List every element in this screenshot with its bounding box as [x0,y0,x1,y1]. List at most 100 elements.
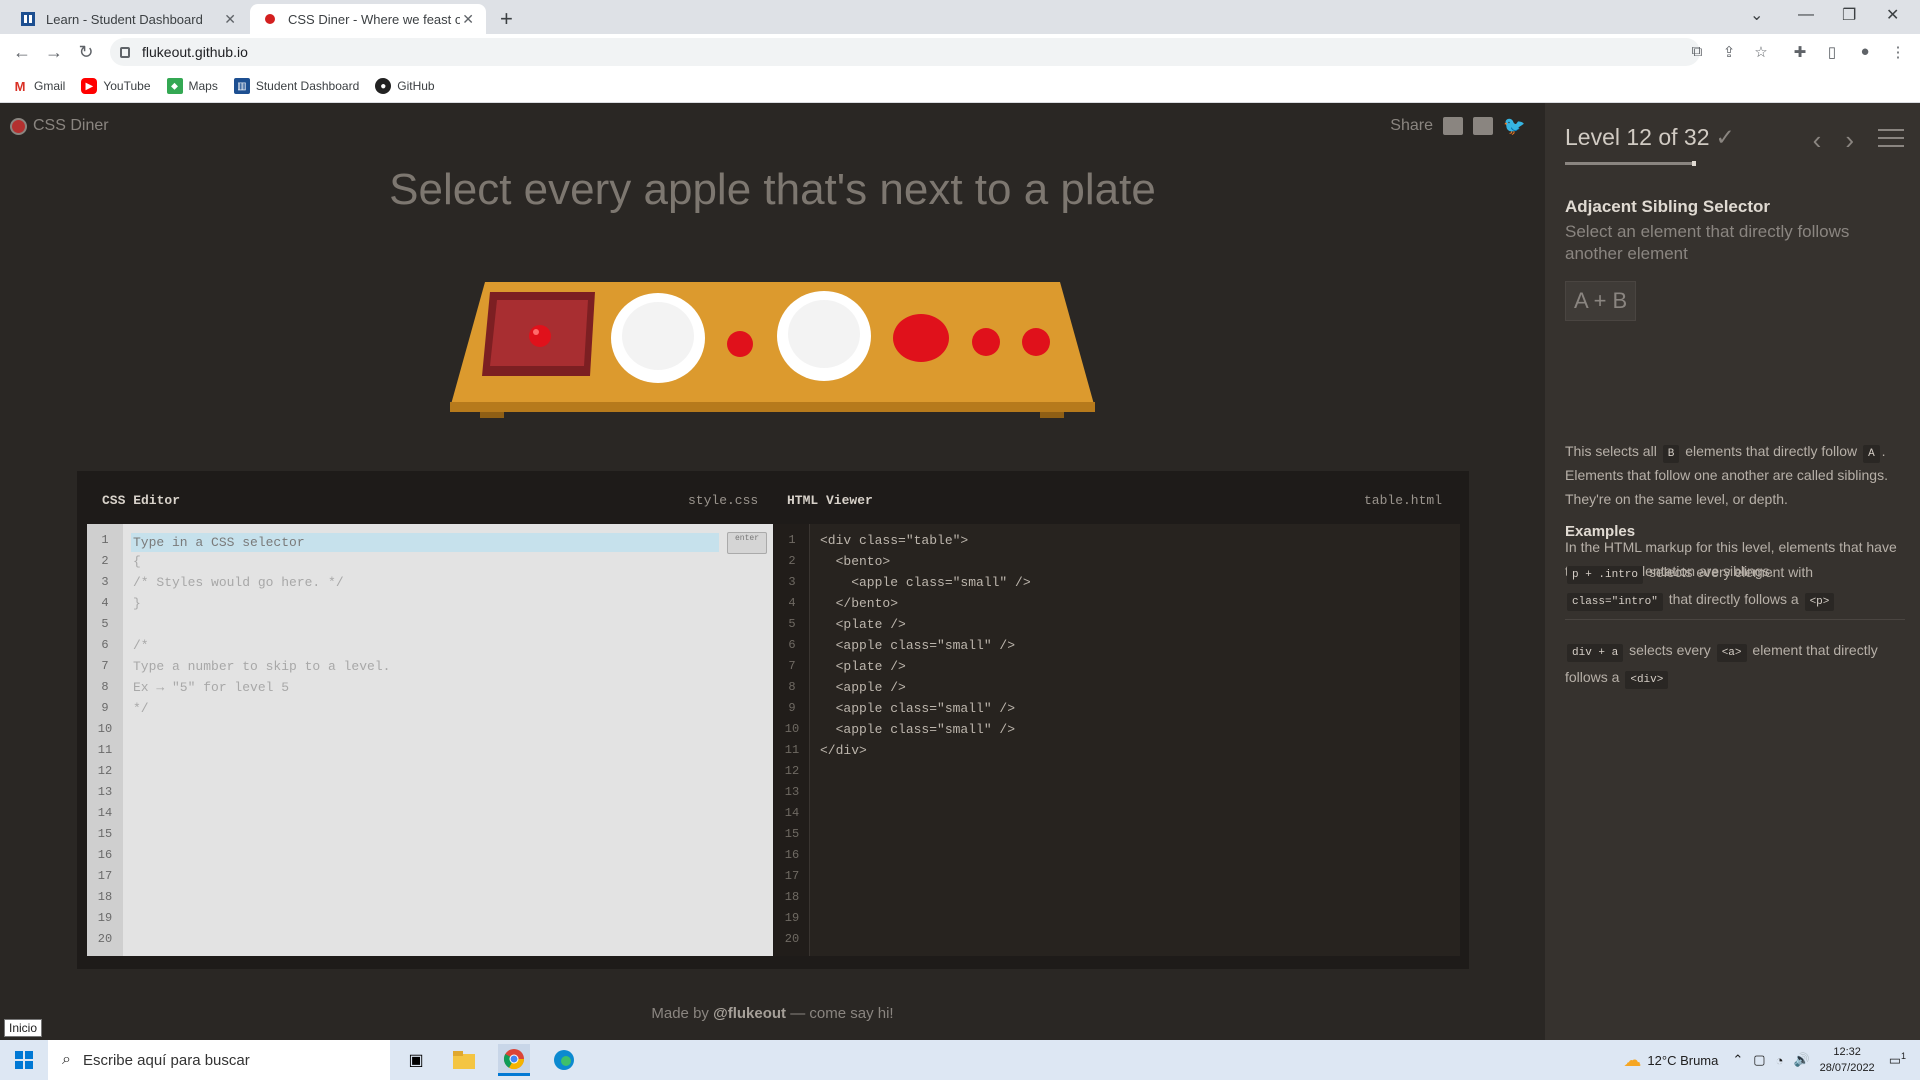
selector-title: Select an element that directly follows … [1565,222,1850,263]
line-number: 10 [784,722,800,736]
reload-icon[interactable]: ↻ [74,42,98,63]
side-panel-icon[interactable]: ▯ [1822,43,1842,61]
code-line: <apple /> [820,680,906,695]
previous-level-icon[interactable]: ‹ [1813,125,1822,156]
line-number: 20 [97,932,113,946]
plate-inner [788,300,860,368]
twitter-icon[interactable]: 🐦 [1503,117,1525,135]
close-icon[interactable]: ✕ [462,11,474,28]
back-arrow-icon[interactable]: ← [10,42,34,63]
apple[interactable] [893,314,949,362]
restore-button[interactable]: ❐ [1842,0,1856,30]
code-line: <bento> [820,554,891,569]
chrome-icon[interactable] [498,1044,530,1076]
profile-avatar-icon[interactable]: ● [1855,43,1875,61]
apple-small[interactable] [1022,328,1050,356]
code-line: } [133,596,141,611]
apple-small[interactable] [727,331,753,357]
bookmark-maps[interactable]: ⬥ Maps [166,78,218,94]
level-menu-icon[interactable] [1878,125,1904,156]
level-sidebar: Level 12 of 32 ✓ ‹ › Adjacent Sibling Sel… [1545,103,1920,1040]
line-number: 7 [788,659,796,673]
translate-icon[interactable]: ⧉ [1687,43,1707,61]
share-page-icon[interactable]: ⇪ [1719,43,1739,61]
line-number: 12 [784,764,800,778]
start-tooltip: Inicio [4,1019,43,1037]
line-number: 16 [784,848,800,862]
taskbar-search[interactable]: ⌕ Escribe aquí para buscar [48,1040,390,1080]
bookmark-gmail[interactable]: M Gmail [12,78,65,94]
extensions-puzzle-icon[interactable]: ✚ [1790,43,1810,61]
apple-small[interactable] [972,328,1000,356]
weather-icon[interactable]: ☁ [1623,1050,1641,1071]
editors-panel: CSS Editor style.css HTML Viewer table.h… [77,471,1469,969]
line-number: 15 [97,827,113,841]
tab-css-diner[interactable]: CSS Diner - Where we feast on CSS ✕ [250,4,486,34]
tab-student-dashboard[interactable]: Learn - Student Dashboard ✕ [8,4,248,34]
tray-device-icon[interactable]: ▢ [1753,1052,1765,1068]
url-field[interactable]: flukeout.github.io [110,38,1700,66]
author-link[interactable]: @flukeout [713,1005,786,1022]
line-number: 3 [788,575,796,589]
kebab-menu-icon[interactable]: ⋮ [1888,43,1908,61]
code-line: <plate /> [820,659,906,674]
bookmark-youtube[interactable]: ▶ YouTube [81,78,151,94]
chevron-up-icon[interactable]: ⌃ [1732,1052,1743,1068]
css-diner-favicon-icon [262,11,278,27]
line-number: 6 [101,638,109,652]
bookmark-star-icon[interactable]: ☆ [1751,43,1771,61]
next-level-icon[interactable]: › [1845,125,1854,156]
line-number: 17 [784,869,800,883]
forward-arrow-icon[interactable]: → [42,42,66,63]
line-number: 1 [101,533,109,547]
logo-icon [10,117,27,135]
selector-syntax: A + B [1565,281,1637,321]
windows-start-icon[interactable] [0,1040,48,1080]
file-explorer-icon[interactable] [448,1044,480,1076]
bookmark-github[interactable]: ● GitHub [375,78,435,94]
apple-small[interactable] [529,325,551,347]
tab-title: CSS Diner - Where we feast on CSS [288,11,460,27]
line-number: 17 [97,869,113,883]
code-line: </bento> [820,596,899,611]
code-line: /* Styles would go here. */ [133,575,344,590]
github-icon: ● [375,78,392,94]
css-diner-logo[interactable]: CSS Diner [10,117,109,135]
tab-search-chevron-icon[interactable]: ⌄ [1750,0,1763,30]
facebook-icon[interactable] [1473,117,1493,135]
bookmark-student-dashboard[interactable]: ▥ Student Dashboard [233,78,359,94]
line-number: 11 [784,743,800,757]
code-line: <plate /> [820,617,906,632]
css-selector-input[interactable] [131,533,719,552]
network-icon[interactable]: ◔ [1776,1053,1784,1068]
minimize-button[interactable]: — [1798,0,1814,30]
level-header[interactable]: Level 12 of 32 ✓ [1565,124,1735,151]
table-leg [1040,412,1064,418]
close-icon[interactable]: ✕ [224,11,236,28]
line-number: 18 [784,890,800,904]
code-line: <apple class="small" /> [820,638,1016,653]
line-number: 10 [97,722,113,736]
clock[interactable]: 12:32 28/07/2022 [1820,1044,1875,1076]
table-leg [480,412,504,418]
game-area: CSS Diner Share 🐦 Select every apple tha… [0,103,1545,1040]
notifications-icon[interactable]: ▭1 [1889,1051,1906,1068]
edge-icon[interactable] [548,1044,580,1076]
line-number: 19 [784,911,800,925]
weather-text[interactable]: 12°C Bruma [1647,1053,1718,1068]
line-number: 4 [788,596,796,610]
new-tab-button[interactable]: + [500,6,513,32]
code-line: </div> [820,743,867,758]
gmail-icon: M [12,78,28,94]
email-icon[interactable] [1443,117,1463,135]
close-window-button[interactable]: ✕ [1886,0,1899,30]
html-viewer: 1 2 3 4 5 6 7 8 9 10 11 12 13 14 15 16 17 18 19 20 <div clas… [774,524,1460,956]
code-line: <div class="table"> [820,533,969,548]
volume-icon[interactable]: 🔊 [1793,1052,1809,1068]
search-icon: ⌕ [62,1051,71,1068]
enter-button[interactable]: enter [727,532,767,554]
task-view-icon[interactable]: ▣ [400,1044,432,1076]
tab-title: Learn - Student Dashboard [46,11,203,27]
footer: Made by @flukeout — come say hi! [651,1005,894,1022]
line-number: 2 [101,554,109,568]
